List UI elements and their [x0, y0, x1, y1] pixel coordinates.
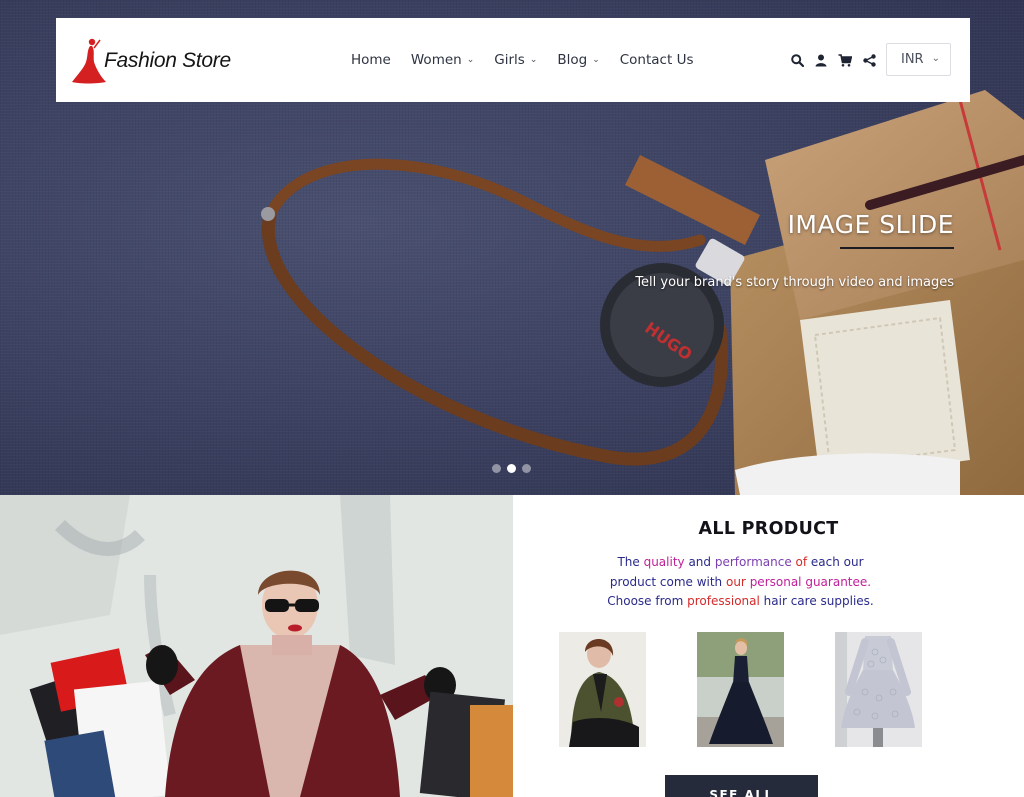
slider-dot-2[interactable] [507, 464, 516, 473]
desc-word: each our [810, 555, 864, 569]
description-line-1: The quality and performance of each our [513, 553, 968, 573]
cart-icon[interactable] [838, 53, 852, 67]
chevron-down-icon: ⌄ [931, 53, 940, 64]
product-image [835, 632, 922, 747]
nav-label: Contact Us [619, 52, 694, 68]
share-icon[interactable] [862, 53, 876, 67]
desc-word: The [617, 555, 644, 569]
product-thumbnails [559, 632, 922, 747]
desc-word: product come with [609, 574, 726, 589]
chevron-down-icon: ⌄ [529, 55, 538, 65]
all-product-section: ALL PRODUCT The quality and performance … [513, 495, 1024, 797]
nav-label: Home [351, 52, 391, 68]
nav-label: Women [410, 52, 462, 68]
nav-item-blog[interactable]: Blog ⌄ [557, 52, 599, 68]
nav-item-contact[interactable]: Contact Us [620, 52, 694, 68]
chevron-down-icon: ⌄ [466, 55, 475, 65]
currency-select[interactable]: INR ⌄ [886, 43, 951, 76]
nav-item-women[interactable]: Women ⌄ [411, 52, 474, 68]
product-image [559, 632, 646, 747]
nav-item-girls[interactable]: Girls ⌄ [494, 52, 537, 68]
description-line-2: product come with our personal guarantee… [513, 573, 968, 593]
user-icon[interactable] [814, 53, 828, 67]
nav-item-home[interactable]: Home [351, 52, 391, 68]
product-thumb-jacket[interactable] [559, 632, 646, 747]
chevron-down-icon: ⌄ [592, 55, 600, 65]
header-icons [790, 18, 876, 102]
promo-image [0, 495, 513, 797]
main-nav: Home Women ⌄ Girls ⌄ Blog ⌄ Contact Us [351, 18, 693, 102]
desc-word: of [791, 555, 811, 569]
desc-word: quality [643, 555, 685, 569]
dress-logo-icon [72, 38, 106, 84]
hero-title: IMAGE SLIDE [787, 210, 954, 239]
slider-dots [492, 464, 531, 473]
brand-name: Fashion Store [104, 49, 231, 72]
desc-word: personal guarantee. [745, 574, 872, 589]
slider-dot-1[interactable] [492, 464, 501, 473]
product-thumb-lace-dress[interactable] [835, 632, 922, 747]
logo[interactable]: Fashion Store [70, 36, 231, 86]
section-description: The quality and performance of each our … [513, 553, 968, 612]
product-image [697, 632, 784, 747]
nav-label: Girls [494, 52, 525, 68]
section-title: ALL PRODUCT [698, 519, 839, 539]
search-icon[interactable] [790, 53, 804, 67]
desc-word: performance [714, 555, 792, 569]
site-header: Fashion Store Home Women ⌄ Girls ⌄ Blog … [56, 18, 970, 102]
currency-value: INR [901, 52, 924, 67]
product-thumb-gown[interactable] [697, 632, 784, 747]
see-all-button[interactable]: SEE ALL [665, 775, 818, 797]
desc-word: and [684, 555, 715, 569]
description-line-3: Choose from professional hair care suppl… [513, 592, 968, 612]
hero-title-underline [840, 247, 954, 249]
slider-dot-3[interactable] [522, 464, 531, 473]
desc-word: Choose from [607, 594, 688, 608]
desc-word: hair care supplies. [759, 594, 874, 608]
nav-label: Blog [557, 52, 588, 68]
desc-word: our [725, 574, 746, 589]
shopping-woman-image [0, 495, 513, 797]
hero-subtitle: Tell your brand's story through video an… [635, 275, 954, 290]
desc-word: professional [687, 594, 760, 608]
